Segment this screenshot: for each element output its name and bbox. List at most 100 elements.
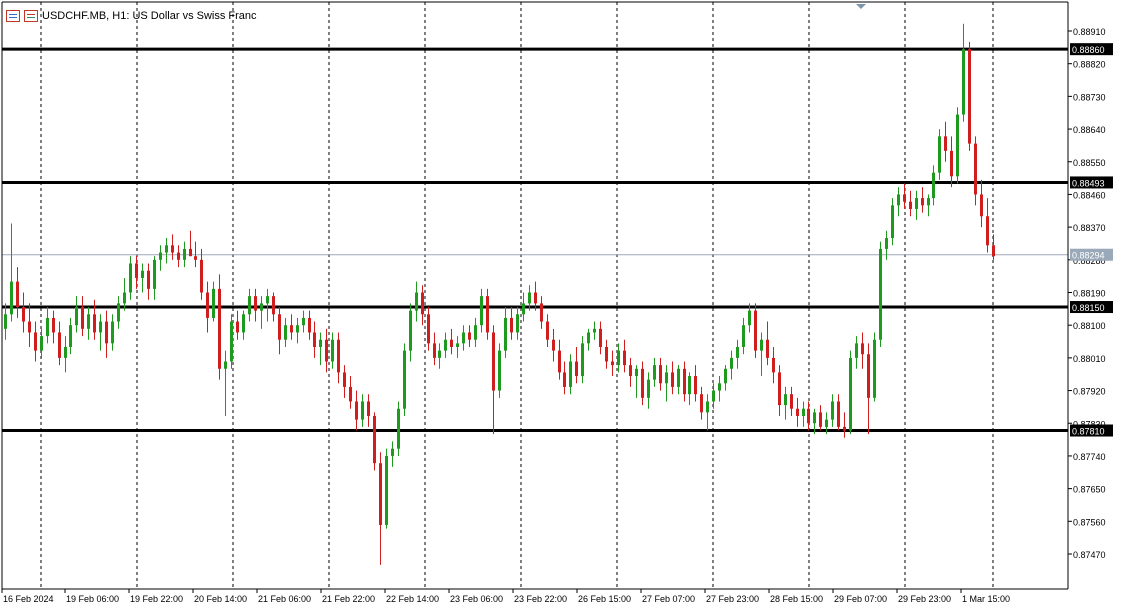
candle xyxy=(46,307,49,344)
candle xyxy=(974,136,977,206)
candle-body xyxy=(909,201,912,209)
candle-body xyxy=(546,321,549,340)
candle xyxy=(117,296,120,329)
candle-body xyxy=(123,292,126,304)
candle xyxy=(837,394,840,431)
candle-body xyxy=(903,194,906,202)
candle xyxy=(319,332,322,366)
candle-body xyxy=(397,408,400,449)
candle-body xyxy=(415,292,418,311)
candle-body xyxy=(629,365,632,377)
candle xyxy=(956,107,959,184)
candle-body xyxy=(683,368,686,395)
chart-area[interactable]: 0.88910 0.88820 0.88730 0.88640 0.88550 0.884… xyxy=(0,0,1123,607)
candle xyxy=(337,332,340,384)
candle xyxy=(373,412,376,471)
candle-body xyxy=(921,198,924,206)
candle-body xyxy=(867,354,870,398)
candle-body xyxy=(302,317,305,326)
candle xyxy=(897,187,900,217)
candle-body xyxy=(623,350,626,366)
candle xyxy=(308,310,311,340)
candle xyxy=(171,234,174,260)
candle xyxy=(391,441,394,467)
candle-body xyxy=(391,448,394,456)
candle-body xyxy=(153,259,156,289)
candle xyxy=(766,321,769,366)
chart-properties-icon[interactable] xyxy=(24,10,38,22)
candle xyxy=(927,194,930,217)
candle-body xyxy=(319,339,322,347)
candle xyxy=(40,328,43,358)
candle xyxy=(855,336,858,369)
candle xyxy=(10,223,13,322)
candle xyxy=(4,303,7,340)
candle-body xyxy=(760,339,763,351)
candle-body xyxy=(99,321,102,333)
candle xyxy=(480,288,483,333)
candle xyxy=(284,317,287,347)
candle-body xyxy=(10,281,13,315)
candle-body xyxy=(552,339,555,351)
candle-body xyxy=(980,194,983,217)
candle-body xyxy=(361,401,364,420)
candle xyxy=(81,296,84,337)
candle xyxy=(778,365,781,416)
candle-body xyxy=(706,401,709,413)
candle-body xyxy=(349,386,352,402)
candle xyxy=(873,332,876,402)
candle xyxy=(683,361,686,402)
price-tick-label: 0.87740 xyxy=(1073,452,1106,462)
candle-body xyxy=(242,314,245,333)
candlestick-chart[interactable]: 0.88910 0.88820 0.88730 0.88640 0.88550 0.884… xyxy=(0,0,1123,607)
candle xyxy=(879,241,882,347)
time-tick-label: 22 Feb 14:00 xyxy=(386,594,439,604)
candle xyxy=(69,317,72,355)
candle-body xyxy=(355,401,358,420)
candle xyxy=(75,296,78,333)
candle xyxy=(28,303,31,347)
time-tick-label: 27 Feb 07:00 xyxy=(642,594,695,604)
candle-body xyxy=(343,372,346,387)
candle-body xyxy=(212,288,215,318)
candle-body xyxy=(879,248,882,340)
candle xyxy=(433,332,436,366)
candle-body xyxy=(278,314,281,340)
candle-body xyxy=(337,339,340,373)
candle xyxy=(962,23,965,122)
candle xyxy=(992,234,995,260)
candle xyxy=(87,307,90,340)
candle xyxy=(129,256,132,300)
candle-body xyxy=(75,307,78,326)
candle-body xyxy=(653,365,656,380)
candle-body xyxy=(635,368,638,377)
candle xyxy=(22,292,25,333)
candle-body xyxy=(111,321,114,344)
candle-body xyxy=(802,408,805,416)
candle xyxy=(540,296,543,329)
candle-body xyxy=(563,372,566,387)
candle xyxy=(296,317,299,344)
time-tick-label: 29 Feb 07:00 xyxy=(834,594,887,604)
time-tick-label: 23 Feb 22:00 xyxy=(514,594,567,604)
candle-body xyxy=(778,372,781,406)
candle-body xyxy=(165,245,168,253)
candle xyxy=(331,332,334,369)
candle-body xyxy=(177,252,180,260)
candle-body xyxy=(486,296,489,333)
candle-body xyxy=(522,303,525,315)
candle xyxy=(16,267,19,318)
candle-body xyxy=(766,339,769,358)
candle xyxy=(558,339,561,380)
candle-body xyxy=(927,198,930,206)
candle-body xyxy=(379,463,382,525)
one-click-trading-icon[interactable] xyxy=(6,10,20,22)
candle xyxy=(641,361,644,406)
candle-body xyxy=(367,401,370,416)
candle xyxy=(361,394,364,427)
candle xyxy=(849,350,852,435)
candle xyxy=(706,394,709,431)
candle-body xyxy=(200,259,203,293)
candle xyxy=(135,256,138,289)
candle-body xyxy=(450,339,453,347)
